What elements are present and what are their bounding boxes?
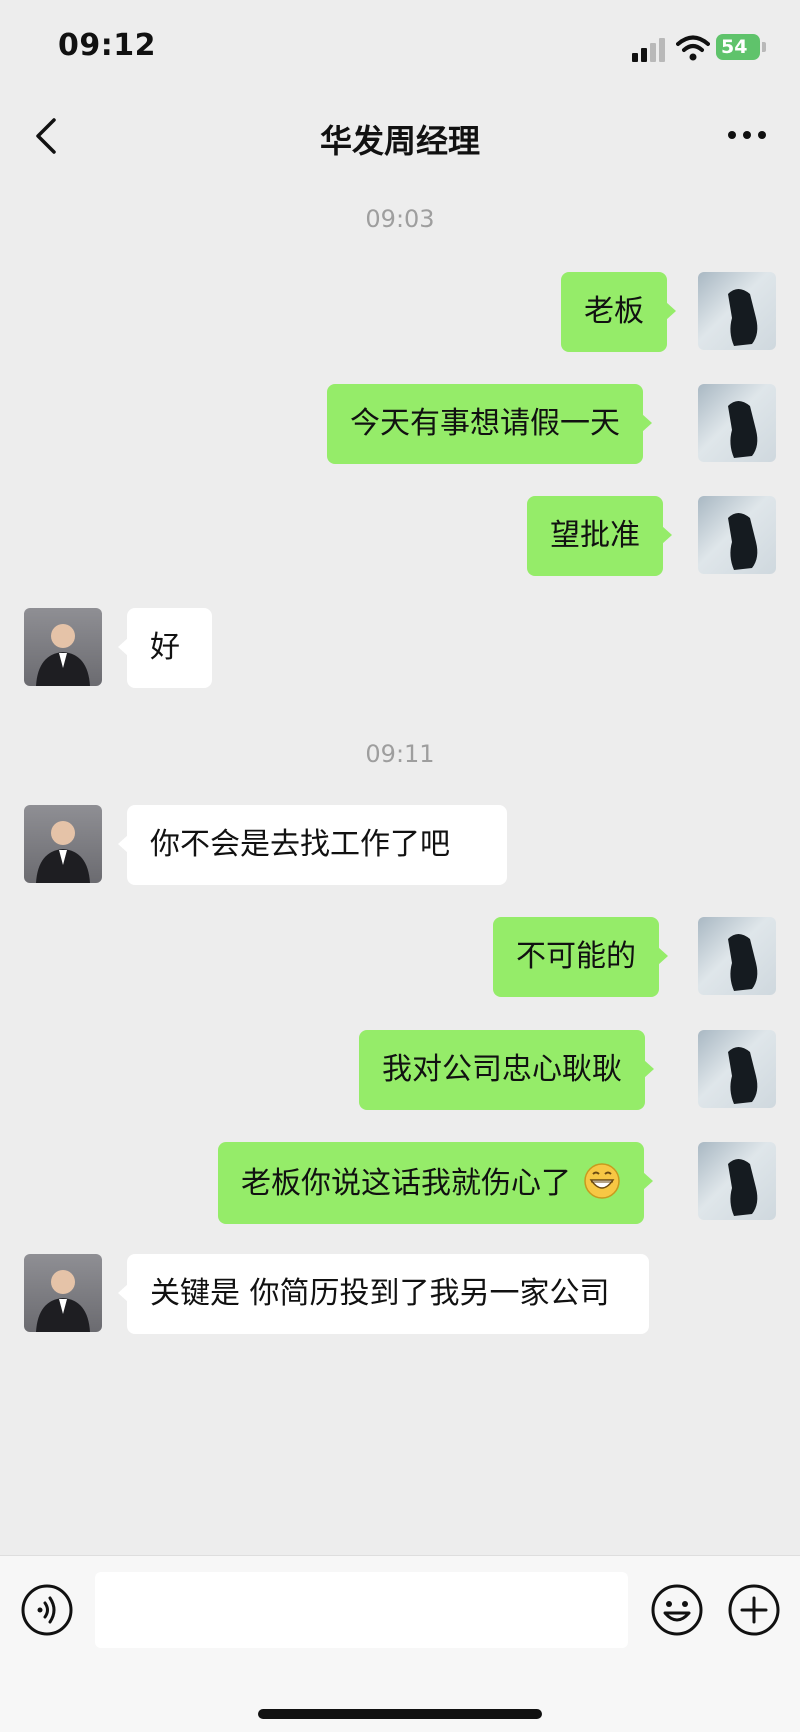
timestamp: 09:03 [365,205,435,233]
message-text: 望批准 [550,518,640,553]
message-bubble-self[interactable]: 老板 [561,272,676,352]
message-bubble-self[interactable]: 老板你说这话我就伤心了 [218,1142,653,1224]
battery-level: 54 [721,36,748,58]
message-text: 好 [150,630,180,665]
emoji-icon[interactable] [650,1583,704,1637]
battery-icon: 54 [716,34,760,60]
timestamp: 09:11 [365,740,435,768]
status-time: 09:12 [58,28,156,63]
message-bubble-contact[interactable]: 好 [118,608,212,688]
battery-cap [762,42,766,52]
message-text: 关键是 你简历投到了我另一家公司 [150,1276,610,1311]
more-dots-icon[interactable] [722,120,772,150]
avatar-contact[interactable] [24,608,102,686]
message-bubble-contact[interactable]: 你不会是去找工作了吧 [118,805,507,885]
avatar-self[interactable] [698,384,776,462]
avatar-self[interactable] [698,272,776,350]
message-bubble-contact[interactable]: 关键是 你简历投到了我另一家公司 [118,1254,649,1334]
chat-title: 华发周经理 [319,122,480,160]
avatar-self[interactable] [698,917,776,995]
chat-header: 华发周经理 [0,90,800,182]
avatar-self[interactable] [698,496,776,574]
message-bubble-self[interactable]: 今天有事想请假一天 [327,384,652,464]
plus-icon[interactable] [727,1583,781,1637]
avatar-self[interactable] [698,1142,776,1220]
message-bubble-self[interactable]: 我对公司忠心耿耿 [359,1030,654,1110]
voice-icon[interactable] [20,1583,74,1637]
message-text: 我对公司忠心耿耿 [382,1052,622,1087]
chat-input-bar [0,1555,800,1732]
avatar-contact[interactable] [24,805,102,883]
message-input[interactable] [95,1572,628,1648]
message-text: 不可能的 [516,939,636,974]
message-text: 老板 [584,294,644,329]
avatar-contact[interactable] [24,1254,102,1332]
cellular-signal-icon [632,38,666,62]
message-bubble-self[interactable]: 不可能的 [493,917,668,997]
message-bubble-self[interactable]: 望批准 [527,496,672,576]
message-text: 今天有事想请假一天 [350,406,620,441]
avatar-self[interactable] [698,1030,776,1108]
grinning-emoji [583,1163,620,1199]
home-indicator[interactable] [258,1709,542,1719]
status-bar: 09:12 54 [0,0,800,90]
message-text: 你不会是去找工作了吧 [150,827,450,862]
message-text: 老板你说这话我就伤心了 [241,1166,571,1201]
wifi-icon [676,35,710,61]
